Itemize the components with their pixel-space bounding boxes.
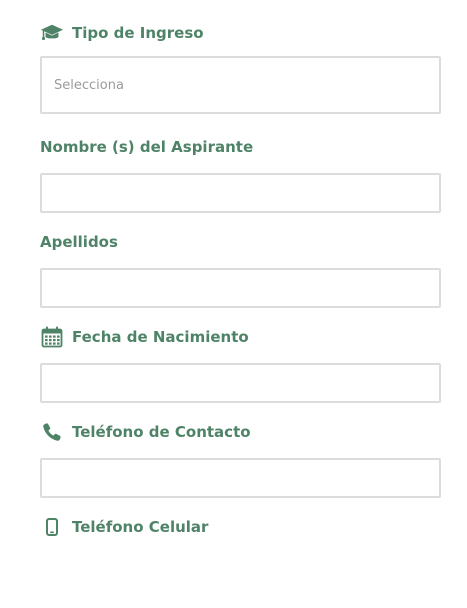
telefono-celular-label: Teléfono Celular xyxy=(72,518,209,536)
fecha-nacimiento-label: Fecha de Nacimiento xyxy=(72,328,249,346)
fecha-nacimiento-label-row: Fecha de Nacimiento xyxy=(40,324,441,350)
tipo-ingreso-label: Tipo de Ingreso xyxy=(72,24,204,42)
apellidos-input[interactable] xyxy=(40,268,441,308)
telefono-celular-label-row: Teléfono Celular xyxy=(40,514,441,540)
admission-form: Tipo de Ingreso Selecciona Nombre (s) de… xyxy=(40,20,441,540)
apellidos-label: Apellidos xyxy=(40,233,118,251)
nombre-input[interactable] xyxy=(40,173,441,213)
telefono-contacto-label: Teléfono de Contacto xyxy=(72,423,251,441)
graduation-cap-icon xyxy=(40,21,64,45)
fecha-nacimiento-input[interactable] xyxy=(40,363,441,403)
tipo-ingreso-placeholder: Selecciona xyxy=(54,77,124,93)
telefono-contacto-input[interactable] xyxy=(40,458,441,498)
tipo-ingreso-select[interactable]: Selecciona xyxy=(40,56,441,114)
calendar-icon xyxy=(40,325,64,349)
nombre-label: Nombre (s) del Aspirante xyxy=(40,138,254,156)
apellidos-label-row: Apellidos xyxy=(40,229,441,255)
tipo-ingreso-label-row: Tipo de Ingreso xyxy=(40,20,441,46)
nombre-label-row: Nombre (s) del Aspirante xyxy=(40,134,441,160)
mobile-phone-icon xyxy=(40,515,64,539)
telefono-contacto-label-row: Teléfono de Contacto xyxy=(40,419,441,445)
phone-icon xyxy=(40,420,64,444)
